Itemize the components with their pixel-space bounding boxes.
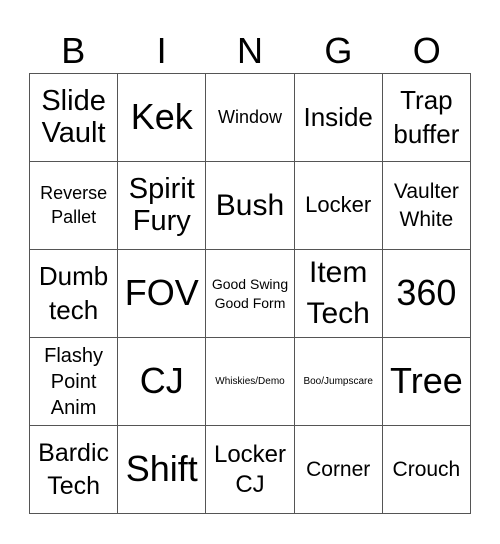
bingo-cell[interactable]: Item Tech bbox=[294, 250, 383, 338]
bingo-cell[interactable]: Locker CJ bbox=[206, 426, 295, 514]
bingo-cell[interactable]: CJ bbox=[118, 338, 207, 426]
bingo-cell[interactable]: Vaulter White bbox=[382, 162, 471, 250]
bingo-cell[interactable]: Inside bbox=[294, 74, 383, 162]
header-letter-g: G bbox=[324, 30, 353, 71]
bingo-cell[interactable]: Corner bbox=[294, 426, 383, 514]
bingo-cell[interactable]: Reverse Pallet bbox=[30, 162, 119, 250]
header-letter-o: O bbox=[412, 30, 441, 71]
bingo-cell[interactable]: Crouch bbox=[382, 426, 471, 514]
bingo-cell[interactable]: Slide Vault bbox=[30, 74, 119, 162]
bingo-cell[interactable]: Boo/Jumpscare bbox=[294, 338, 383, 426]
bingo-cell[interactable]: Whiskies/Demo bbox=[206, 338, 295, 426]
bingo-grid: Slide Vault Kek Window Inside Trap buffe… bbox=[29, 73, 471, 514]
bingo-header: B I N G O bbox=[29, 30, 471, 72]
bingo-cell[interactable]: Spirit Fury bbox=[118, 162, 207, 250]
bingo-cell[interactable]: FOV bbox=[118, 250, 207, 338]
bingo-cell[interactable]: Dumb tech bbox=[30, 250, 119, 338]
bingo-cell[interactable]: Trap buffer bbox=[382, 74, 471, 162]
bingo-cell[interactable]: Bush bbox=[206, 162, 295, 250]
header-letter-b: B bbox=[61, 30, 86, 71]
bingo-cell[interactable]: 360 bbox=[382, 250, 471, 338]
header-letter-n: N bbox=[236, 30, 263, 71]
bingo-cell[interactable]: Bardic Tech bbox=[30, 426, 119, 514]
bingo-cell[interactable]: Shift bbox=[118, 426, 207, 514]
bingo-cell[interactable]: Window bbox=[206, 74, 295, 162]
bingo-cell[interactable]: Locker bbox=[294, 162, 383, 250]
bingo-cell[interactable]: Tree bbox=[382, 338, 471, 426]
bingo-cell[interactable]: Good Swing Good Form bbox=[206, 250, 295, 338]
header-letter-i: I bbox=[156, 30, 167, 71]
bingo-cell[interactable]: Flashy Point Anim bbox=[30, 338, 119, 426]
bingo-cell[interactable]: Kek bbox=[118, 74, 207, 162]
